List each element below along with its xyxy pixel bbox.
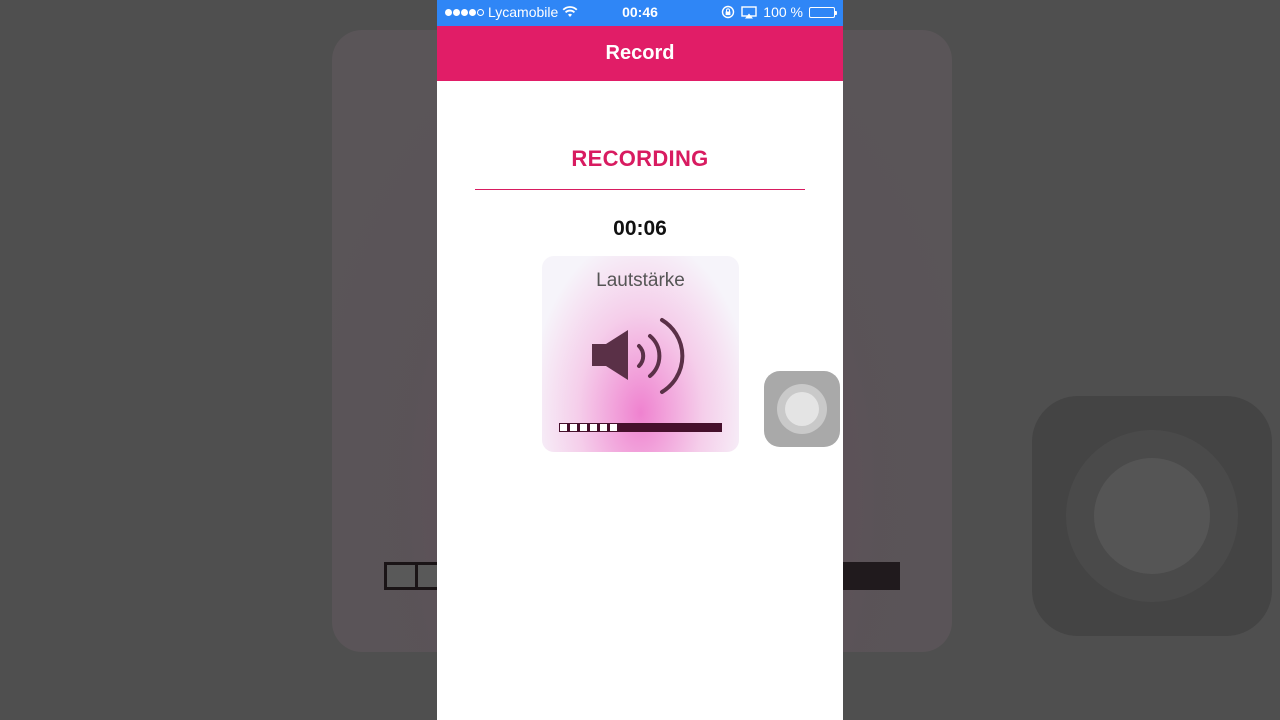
phone-screen: Lycamobile 00:46 100 % Record RECORDING [437,0,843,720]
battery-icon [809,6,837,18]
airplay-icon [741,5,757,18]
volume-meter-segment [559,423,568,432]
volume-meter-segment [579,423,588,432]
speaker-icon [592,318,685,394]
volume-meter-segment [589,423,598,432]
volume-level-meter [559,423,722,432]
assistive-touch-button[interactable] [764,371,840,447]
volume-meter-segment [569,423,578,432]
background-assistive-touch [1032,396,1272,636]
volume-hud: Lautstärke [542,256,739,452]
nav-title: Record [437,26,843,81]
volume-meter-segment [599,423,608,432]
orientation-lock-icon [722,5,735,19]
background-meter-right [843,562,900,590]
battery-percent: 100 % [763,4,803,20]
heading-divider [475,189,805,190]
volume-hud-title: Lautstärke [596,270,685,291]
recording-heading: RECORDING [571,146,709,171]
recording-timer: 00:06 [613,217,667,240]
volume-meter-segment [609,423,618,432]
background-meter-left [384,562,440,590]
status-bar: Lycamobile 00:46 100 % [437,0,843,26]
